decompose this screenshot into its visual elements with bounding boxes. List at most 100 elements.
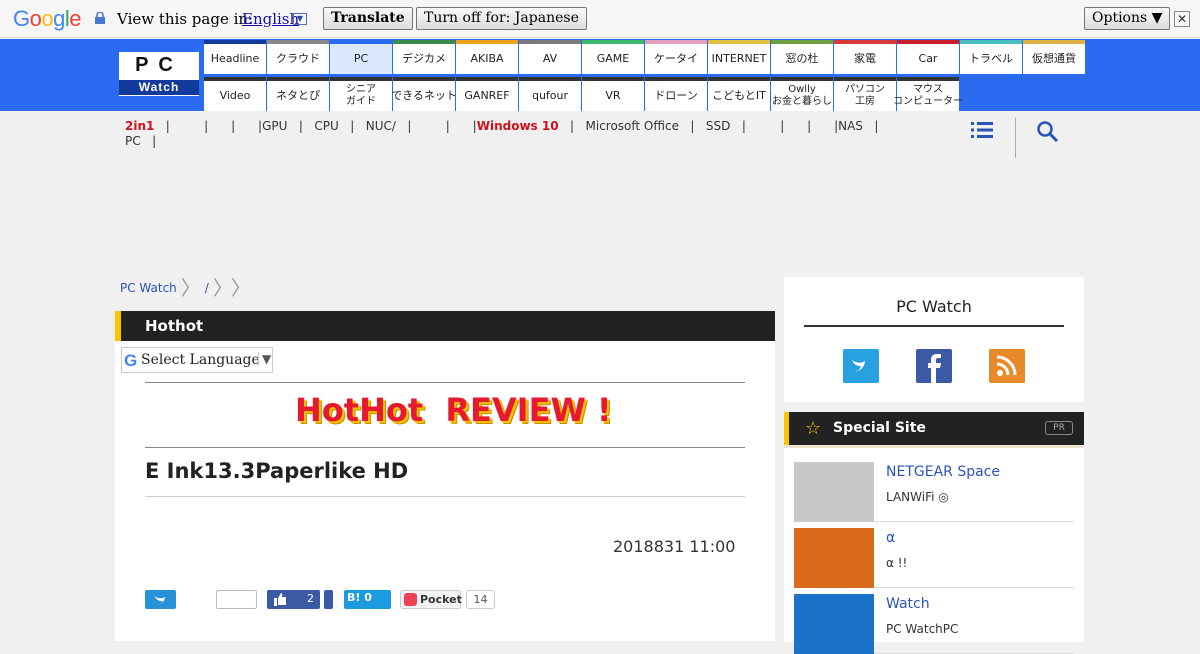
- nav-item[interactable]: INTERNET: [708, 40, 770, 74]
- sub-nav: 2in1 | | | |GPU | CPU | NUC/ | | |Window…: [125, 119, 995, 149]
- options-button[interactable]: Options ▼: [1084, 7, 1171, 30]
- nav-item[interactable]: シニア ガイド: [330, 77, 392, 111]
- nav-item[interactable]: デジカメ: [393, 40, 455, 74]
- sidebar-brand: PC Watch: [896, 297, 972, 316]
- translate-button[interactable]: Translate: [323, 7, 413, 30]
- nav-item[interactable]: Video: [204, 77, 266, 111]
- divider: [804, 325, 1064, 327]
- chevron-right-icon: 〉: [212, 276, 223, 300]
- nav-item[interactable]: 家電: [834, 40, 896, 74]
- lock-icon: [95, 12, 105, 24]
- subnav-item[interactable]: 2in1: [125, 119, 154, 133]
- nav-item[interactable]: AV: [519, 40, 581, 74]
- translate-bar: Google View this page in: English ▼ Tran…: [0, 0, 1200, 38]
- chevron-right-icon: 〉: [230, 276, 251, 300]
- subnav-separator: |: [558, 119, 586, 133]
- divider: [784, 445, 1084, 448]
- hothot-review-banner: HotHot REVIEW !: [295, 391, 612, 429]
- nav-item[interactable]: パソコン 工房: [834, 77, 896, 111]
- pocket-button[interactable]: Pocket: [400, 590, 462, 609]
- subnav-item[interactable]: NUC/: [366, 119, 396, 133]
- nav-item[interactable]: Owlly お金と暮らし: [771, 77, 833, 111]
- thumbnail-image[interactable]: [794, 462, 874, 522]
- subnav-separator: |: [235, 119, 263, 133]
- nav-item[interactable]: トラベル: [960, 40, 1022, 74]
- pocket-icon: [404, 593, 417, 606]
- facebook-share-button[interactable]: [324, 590, 333, 609]
- item-title[interactable]: α: [886, 530, 895, 546]
- nav-item[interactable]: Car: [897, 40, 959, 74]
- subnav-separator: |: [154, 119, 182, 133]
- facebook-like-button[interactable]: 2: [267, 590, 320, 609]
- star-icon: ☆: [805, 418, 822, 439]
- subnav-item[interactable]: Windows 10: [477, 119, 559, 133]
- nav-item[interactable]: ケータイ: [645, 40, 707, 74]
- breadcrumb-home[interactable]: PC Watch: [120, 281, 177, 295]
- item-description: PC WatchPC: [886, 622, 959, 636]
- item-title[interactable]: Watch: [886, 596, 930, 612]
- subnav-item[interactable]: NAS: [838, 119, 863, 133]
- subnav-separator: |: [338, 119, 366, 133]
- nav-item[interactable]: ネタとぴ: [267, 77, 329, 111]
- nav-item[interactable]: クラウド: [267, 40, 329, 74]
- subnav-item[interactable]: SSD: [706, 119, 730, 133]
- menu-icon[interactable]: [971, 121, 993, 139]
- nav-item[interactable]: マウス コンピューター: [893, 77, 963, 111]
- breadcrumb-item[interactable]: /: [205, 281, 209, 295]
- thumbs-up-icon: [274, 593, 286, 606]
- chevron-down-icon: ▼: [258, 352, 271, 366]
- special-site-header: ☆ Special Site PR: [784, 412, 1084, 445]
- subnav-separator: |: [730, 119, 758, 133]
- nav-item[interactable]: GANREF: [456, 77, 518, 111]
- subnav-item[interactable]: CPU: [314, 119, 338, 133]
- chevron-down-icon[interactable]: ▼: [293, 13, 307, 25]
- language-select[interactable]: English: [242, 10, 299, 28]
- facebook-icon[interactable]: [916, 349, 952, 383]
- nav-item[interactable]: VR: [582, 77, 644, 111]
- tweet-count: [216, 590, 257, 609]
- nav-item[interactable]: 仮想通貨: [1023, 40, 1085, 74]
- nav-item[interactable]: AKIBA: [456, 40, 518, 74]
- pr-badge: PR: [1045, 421, 1073, 435]
- subnav-separator: |: [181, 119, 209, 133]
- subnav-separator: |: [208, 119, 236, 133]
- hatena-bookmark-button[interactable]: B! 0: [344, 590, 391, 609]
- rss-icon[interactable]: [989, 349, 1025, 383]
- twitter-icon[interactable]: [843, 349, 879, 383]
- thumbnail-image[interactable]: [794, 528, 874, 588]
- chevron-right-icon: 〉: [180, 276, 201, 300]
- article-title: E Ink13.3Paperlike HD: [145, 459, 409, 483]
- close-icon[interactable]: ✕: [1174, 11, 1190, 27]
- item-description: LANWiFi ◎: [886, 490, 949, 504]
- nav-item[interactable]: PC: [330, 40, 392, 74]
- nav-item[interactable]: 窓の杜: [771, 40, 833, 74]
- turn-off-button[interactable]: Turn off for: Japanese: [416, 7, 587, 30]
- search-icon[interactable]: [1037, 121, 1059, 143]
- subnav-separator: |: [140, 134, 168, 148]
- subnav-item[interactable]: GPU: [262, 119, 287, 133]
- subnav-item[interactable]: PC: [125, 134, 141, 148]
- subnav-separator: |: [422, 119, 450, 133]
- divider: [874, 587, 1074, 588]
- google-g-icon: G: [124, 351, 138, 370]
- nav-item[interactable]: Headline: [204, 40, 266, 74]
- thumbnail-image[interactable]: [794, 594, 874, 654]
- subnav-separator: |: [862, 119, 879, 133]
- nav-item[interactable]: qufour: [519, 77, 581, 111]
- subnav-separator: |: [287, 119, 315, 133]
- nav-item[interactable]: ドローン: [645, 77, 707, 111]
- nav-item[interactable]: GAME: [582, 40, 644, 74]
- divider: [874, 521, 1074, 522]
- item-title[interactable]: NETGEAR Space: [886, 464, 1000, 480]
- subnav-item[interactable]: Microsoft Office: [586, 119, 679, 133]
- view-page-label: View this page in:: [117, 10, 254, 28]
- twitter-share-button[interactable]: [145, 590, 176, 609]
- divider: [145, 382, 745, 383]
- nav-item[interactable]: こどもとIT: [708, 77, 770, 111]
- divider: [1015, 118, 1016, 158]
- site-logo[interactable]: PC Watch: [119, 52, 199, 96]
- section-header: Hothot: [115, 311, 775, 341]
- publish-date: 2018831 11:00: [613, 537, 736, 556]
- nav-item[interactable]: できるネット: [391, 77, 457, 111]
- select-language-dropdown[interactable]: G Select Language ▼: [121, 347, 273, 373]
